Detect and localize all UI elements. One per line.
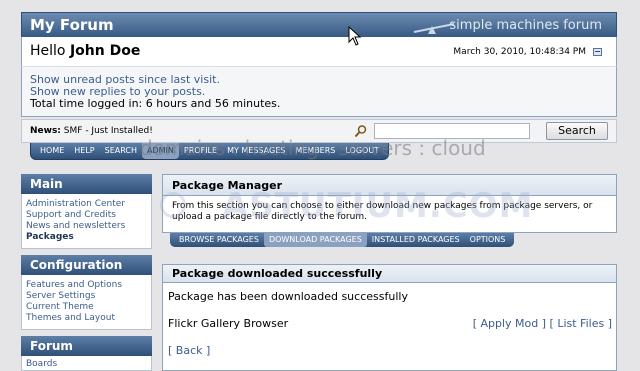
back-link[interactable]: [ Back ] [168, 344, 210, 357]
sidebar-item-boards[interactable]: Boards [26, 359, 147, 370]
package-actions: [ Apply Mod ] [ List Files ] [473, 317, 612, 330]
sidebar-item-support-credits[interactable]: Support and Credits [26, 210, 147, 221]
sidebar-item-news-newsletters[interactable]: News and newsletters [26, 221, 147, 232]
download-success-message: Package has been downloaded successfully [168, 290, 408, 303]
sidebar-item-themes-layout[interactable]: Themes and Layout [26, 313, 147, 324]
smf-logo-text: simple machines forum [449, 18, 602, 33]
user-info-box: Show unread posts since last visit. Show… [21, 67, 617, 117]
watermark-tagline: domains : hosting : servers : cloud [140, 136, 486, 160]
watermark-globe-icon [160, 192, 186, 218]
sidebar-item-features-options[interactable]: Features and Options [26, 280, 147, 291]
user-box: Hello John Doe March 30, 2010, 10:48:34 … [21, 37, 617, 67]
forum-title[interactable]: My Forum [30, 16, 114, 34]
current-datetime: March 30, 2010, 10:48:34 PM [453, 47, 586, 57]
package-name: Flickr Gallery Browser [168, 317, 289, 330]
sidebar-main-header: Main [21, 174, 152, 194]
sidebar-item-packages[interactable]: Packages [26, 232, 147, 243]
forum-header: My Forum simple machines forum [21, 12, 617, 37]
news-text: SMF - Just Installed! [63, 126, 153, 136]
list-files-link[interactable]: [ List Files ] [550, 317, 612, 330]
sidebar-configuration-list: Features and Options Server Settings Cur… [21, 275, 152, 330]
tab-options[interactable]: OPTIONS [465, 233, 511, 247]
download-result-body: Package has been downloaded successfully… [162, 283, 617, 371]
nav-help[interactable]: HELP [69, 143, 99, 159]
user-greeting: Hello John Doe [30, 43, 141, 59]
sidebar-item-server-settings[interactable]: Server Settings [26, 291, 147, 302]
news-line: News: SMF - Just Installed! [30, 126, 153, 136]
sidebar-item-administration-center[interactable]: Administration Center [26, 199, 147, 210]
sidebar-forum-header: Forum [21, 336, 152, 356]
search-button[interactable]: Search [546, 122, 608, 140]
nav-home[interactable]: HOME [35, 143, 69, 159]
username: John Doe [69, 43, 141, 59]
watermark-brand: ASTUTIUM.COM [222, 186, 534, 226]
package-tabs: BROWSE PACKAGES DOWNLOAD PACKAGES INSTAL… [170, 233, 515, 247]
forum-admin-page: My Forum simple machines forum Hello Joh… [0, 0, 640, 371]
news-label: News: [30, 126, 61, 136]
download-result-title: Package downloaded successfully [162, 264, 617, 283]
tab-installed-packages[interactable]: INSTALLED PACKAGES [367, 233, 465, 247]
nav-search[interactable]: SEARCH [100, 143, 142, 159]
collapse-icon[interactable] [593, 48, 602, 56]
sidebar-configuration-header: Configuration [21, 255, 152, 275]
tab-browse-packages[interactable]: BROWSE PACKAGES [174, 233, 264, 247]
mouse-cursor-icon [348, 26, 362, 46]
apply-mod-link[interactable]: [ Apply Mod ] [473, 317, 546, 330]
sidebar-main-list: Administration Center Support and Credit… [21, 194, 152, 249]
sidebar-item-current-theme[interactable]: Current Theme [26, 302, 147, 313]
tab-download-packages[interactable]: DOWNLOAD PACKAGES [263, 233, 367, 247]
time-logged-text: Total time logged in: 6 hours and 56 min… [30, 97, 281, 110]
sidebar-forum-list: Boards [21, 356, 152, 371]
